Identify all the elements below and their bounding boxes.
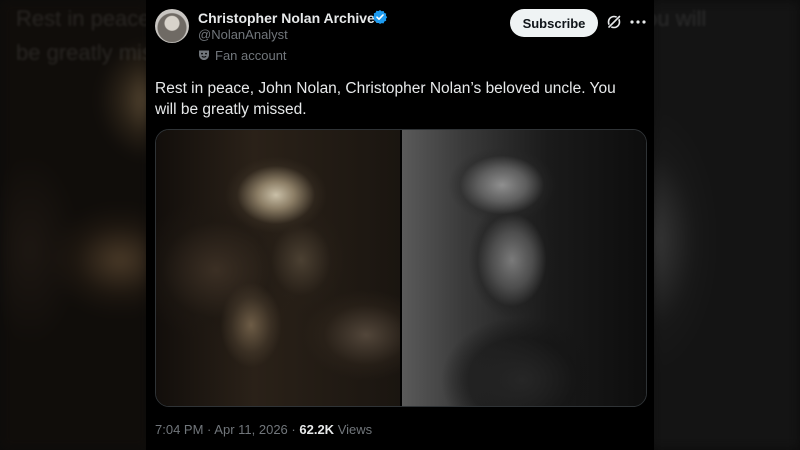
tweet-date[interactable]: Apr 11, 2026 [214, 422, 287, 437]
verified-badge-icon [372, 10, 388, 24]
meta-separator: · [207, 422, 212, 437]
tweet-time[interactable]: 7:04 PM [155, 422, 203, 437]
subscribe-button[interactable]: Subscribe [510, 9, 598, 37]
views-label: Views [337, 422, 373, 437]
media-image-left[interactable] [156, 130, 400, 406]
media-image-right[interactable] [402, 130, 646, 406]
display-name[interactable]: Christopher Nolan Archives [198, 10, 383, 26]
meta-separator: · [291, 422, 296, 437]
more-icon[interactable] [630, 19, 646, 25]
avatar[interactable] [155, 9, 189, 43]
handle[interactable]: @NolanAnalyst [198, 27, 288, 42]
account-label: Fan account [215, 48, 287, 63]
tweet-text: Rest in peace, John Nolan, Christopher N… [155, 80, 616, 118]
tweet-media[interactable] [155, 129, 647, 407]
grok-icon[interactable] [606, 14, 622, 30]
tweet-card: Christopher Nolan Archives @NolanAnalyst… [146, 0, 654, 450]
views-count: 62.2K [299, 422, 335, 437]
theater-masks-icon [199, 50, 209, 60]
tweet-meta: 7:04 PM · Apr 11, 2026 · 62.2K Views [155, 422, 372, 437]
